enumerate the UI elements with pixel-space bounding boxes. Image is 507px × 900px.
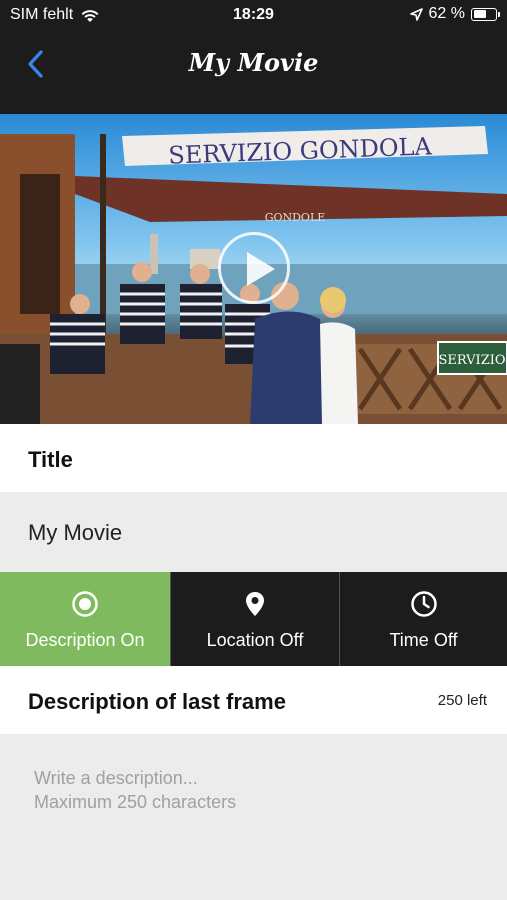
title-field[interactable]: My Movie xyxy=(0,492,507,572)
description-area xyxy=(0,734,507,900)
battery-percent: 62 % xyxy=(428,5,465,22)
status-bar: SIM fehlt 18:29 62 % xyxy=(0,0,507,30)
location-arrow-icon xyxy=(409,7,423,21)
radio-on-icon xyxy=(72,591,98,617)
page-title: My Movie xyxy=(188,48,319,77)
time-toggle[interactable]: Time Off xyxy=(339,572,507,666)
status-right: 62 % xyxy=(409,5,500,23)
top-bar: SIM fehlt 18:29 62 % My Movie xyxy=(0,0,507,114)
description-input[interactable] xyxy=(34,766,474,876)
description-toggle-label: Description On xyxy=(25,630,145,650)
location-pin-icon xyxy=(246,592,264,616)
sign-text: SERVIZIO xyxy=(438,353,505,368)
video-preview[interactable]: SERVIZIO GONDOLA GONDOLE SERVIZIO xyxy=(0,114,507,424)
description-section-header: Description of last frame 250 left xyxy=(0,666,507,734)
play-button[interactable] xyxy=(218,232,290,304)
title-value[interactable]: My Movie xyxy=(28,520,122,546)
title-label: Title xyxy=(28,447,73,472)
description-toggle[interactable]: Description On xyxy=(0,572,170,666)
battery-icon xyxy=(471,7,500,21)
time-toggle-label: Time Off xyxy=(389,630,458,650)
location-toggle-label: Location Off xyxy=(206,630,304,650)
characters-left-counter: 250 left xyxy=(437,692,487,709)
battery-fill xyxy=(473,10,486,18)
awning-text: GONDOLE xyxy=(265,211,326,224)
toggle-bar: Description On Location Off Time Off xyxy=(0,572,507,666)
play-icon xyxy=(247,252,275,286)
description-label: Description of last frame xyxy=(28,689,286,714)
location-toggle[interactable]: Location Off xyxy=(170,572,339,666)
clock-icon xyxy=(410,591,437,617)
title-section-header: Title xyxy=(0,424,507,492)
